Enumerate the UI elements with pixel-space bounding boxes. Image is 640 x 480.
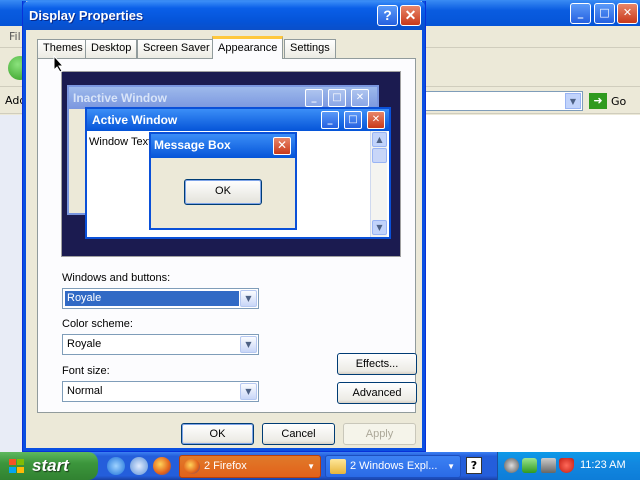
network-icon[interactable] [522,458,537,473]
preview-message-titlebar: Message Box ✕ [151,134,295,158]
menu-file[interactable]: Fil [9,30,21,43]
windows-buttons-value: Royale [64,290,240,307]
effects-button[interactable]: Effects... [337,353,417,375]
preview-active-title: Active Window [92,113,178,127]
close-icon: ✕ [367,111,385,129]
desktop-icon[interactable] [130,457,148,475]
appearance-preview: Inactive Window _ □ ✕ Active Window _ □ … [61,71,401,257]
clock: 11:23 AM [580,459,626,471]
cursor-icon [53,55,65,73]
taskbar: start 2 Firefox ▼ 2 Windows Expl... ▼ ? … [0,452,640,480]
background-left-pane [0,115,22,452]
help-icon[interactable]: ? [466,457,482,474]
ok-button[interactable]: OK [181,423,254,445]
close-icon[interactable]: ✕ [400,5,421,26]
scroll-thumb [372,148,387,163]
close-icon: ✕ [351,89,369,107]
tab-desktop[interactable]: Desktop [85,39,138,58]
task-firefox[interactable]: 2 Firefox ▼ [179,455,321,478]
bg-maximize-icon[interactable]: □ [594,3,615,24]
minimize-icon: _ [305,89,323,107]
firefox-icon[interactable] [153,457,171,475]
preview-window-text: Window Text [89,136,152,148]
scroll-up-icon: ▲ [372,132,387,147]
bg-minimize-icon[interactable]: _ [570,3,591,24]
cancel-button[interactable]: Cancel [262,423,335,445]
chevron-down-icon[interactable]: ▼ [240,336,257,353]
advanced-button[interactable]: Advanced [337,382,417,404]
preview-active-titlebar: Active Window _ □ ✕ [87,109,389,131]
appearance-tab-panel: Inactive Window _ □ ✕ Active Window _ □ … [37,58,417,413]
chevron-down-icon: ▼ [307,462,315,471]
font-size-select[interactable]: Normal ▼ [62,381,259,402]
chevron-down-icon[interactable]: ▼ [240,383,257,400]
preview-message-box: Message Box ✕ OK [149,132,297,230]
bg-close-icon[interactable]: ✕ [617,3,638,24]
close-icon: ✕ [273,137,291,155]
tray-app-icon[interactable] [504,458,519,473]
display-properties-dialog: Display Properties ? ✕ Themes Desktop Sc… [22,1,426,452]
windows-flag-icon [9,459,24,473]
preview-scrollbar: ▲ ▼ [370,131,387,237]
go-label[interactable]: Go [611,95,626,108]
color-scheme-label: Color scheme: [62,318,133,330]
shield-icon[interactable] [559,458,574,473]
chevron-down-icon[interactable]: ▼ [240,290,257,307]
font-size-value: Normal [67,385,103,397]
address-input[interactable]: ▼ [425,91,583,111]
preview-inactive-title: Inactive Window [73,91,167,105]
go-arrow-icon[interactable]: ➜ [589,93,607,109]
color-scheme-select[interactable]: Royale ▼ [62,334,259,355]
system-tray: 11:23 AM [497,452,640,480]
color-scheme-value: Royale [67,338,102,350]
connection-icon[interactable] [541,458,556,473]
maximize-icon: □ [328,89,346,107]
start-label: start [32,456,69,475]
tab-screen-saver[interactable]: Screen Saver [137,39,216,58]
dialog-title: Display Properties [29,8,144,23]
windows-buttons-label: Windows and buttons: [62,272,171,284]
task-explorer-label: 2 Windows Expl... [350,460,438,472]
chevron-down-icon[interactable]: ▼ [565,93,581,109]
scroll-down-icon: ▼ [372,220,387,235]
tab-settings[interactable]: Settings [284,39,336,58]
folder-icon [330,459,346,474]
chevron-down-icon: ▼ [447,462,455,471]
firefox-icon [184,459,200,474]
apply-button[interactable]: Apply [343,423,416,445]
help-icon[interactable]: ? [377,5,398,26]
minimize-icon: _ [321,111,339,129]
tab-appearance[interactable]: Appearance [212,36,284,59]
font-size-label: Font size: [62,365,110,377]
preview-message-title: Message Box [154,138,231,152]
ie-icon[interactable] [107,457,125,475]
maximize-icon: □ [344,111,362,129]
start-button[interactable]: start [0,452,98,480]
task-firefox-label: 2 Firefox [204,460,247,472]
windows-buttons-select[interactable]: Royale ▼ [62,288,259,309]
dialog-titlebar[interactable]: Display Properties ? ✕ [23,1,425,30]
preview-inactive-titlebar: Inactive Window _ □ ✕ [69,87,377,109]
preview-ok-button: OK [184,179,262,205]
task-explorer[interactable]: 2 Windows Expl... ▼ [325,455,461,478]
